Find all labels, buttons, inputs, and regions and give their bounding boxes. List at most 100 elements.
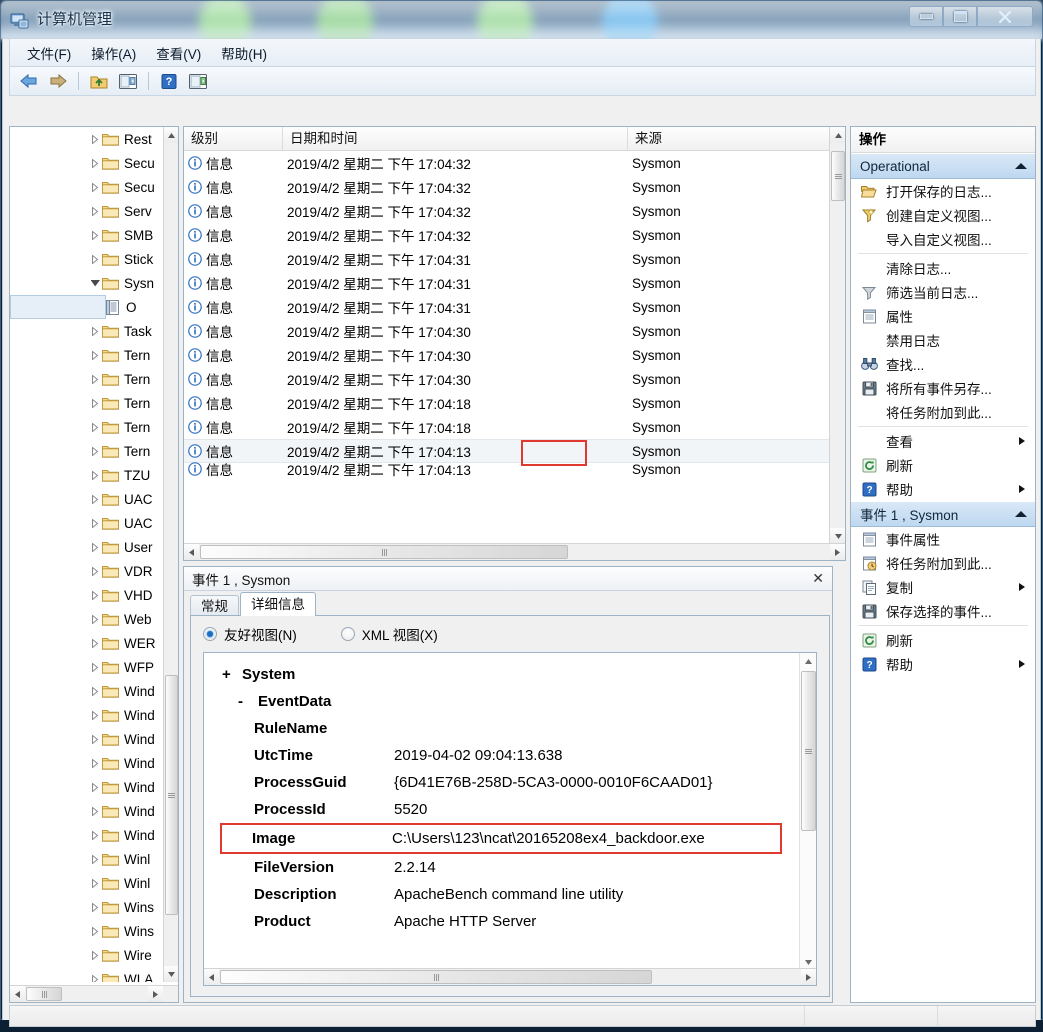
actions-item[interactable]: ? 帮助 (851, 652, 1035, 676)
event-row[interactable]: 信息 2019/4/2 星期二 下午 17:04:31 Sysmon (184, 295, 830, 319)
tree-expander-collapsed-icon[interactable] (88, 175, 102, 199)
tree-scrollbar-thumb[interactable] (165, 675, 178, 915)
minimize-button[interactable] (909, 6, 943, 27)
show-hide-tree-icon[interactable] (115, 69, 141, 93)
close-button[interactable] (977, 6, 1033, 27)
xml-scroll-left-button[interactable] (204, 969, 219, 985)
actions-item[interactable]: 筛选当前日志... (851, 280, 1035, 304)
event-row[interactable]: 信息 2019/4/2 星期二 下午 17:04:32 Sysmon (184, 151, 830, 175)
tree-expander-collapsed-icon[interactable] (88, 799, 102, 823)
tree-item[interactable]: Wind (10, 775, 164, 799)
tree-expander-collapsed-icon[interactable] (88, 895, 102, 919)
tree-expander-collapsed-icon[interactable] (88, 535, 102, 559)
list-scroll-down-button[interactable] (830, 528, 845, 544)
tree-item[interactable]: Winl (10, 847, 164, 871)
actions-item[interactable]: 查找... (851, 352, 1035, 376)
tree-expander-collapsed-icon[interactable] (88, 247, 102, 271)
tree-expander-collapsed-icon[interactable] (88, 223, 102, 247)
actions-item[interactable]: 查看 (851, 429, 1035, 453)
tree-expander-collapsed-icon[interactable] (88, 871, 102, 895)
tree-item[interactable]: User (10, 535, 164, 559)
actions-item[interactable]: 导入自定义视图... (851, 227, 1035, 251)
tree-expander-collapsed-icon[interactable] (88, 127, 102, 151)
tree-expander-collapsed-icon[interactable] (88, 967, 102, 982)
tree-expander-collapsed-icon[interactable] (88, 487, 102, 511)
tree-hscrollbar-thumb[interactable] (26, 987, 62, 1001)
tree-expander-collapsed-icon[interactable] (88, 439, 102, 463)
menu-view[interactable]: 查看(V) (147, 40, 210, 66)
tree-item[interactable]: Rest (10, 127, 164, 151)
actions-item[interactable]: 将所有事件另存... (851, 376, 1035, 400)
event-row[interactable]: 信息 2019/4/2 星期二 下午 17:04:30 Sysmon (184, 343, 830, 367)
menu-file[interactable]: 文件(F) (18, 40, 80, 66)
tree-expander-collapsed-icon[interactable] (88, 943, 102, 967)
tree-item[interactable]: Wire (10, 943, 164, 967)
event-row[interactable]: 信息 2019/4/2 星期二 下午 17:04:18 Sysmon (184, 391, 830, 415)
menu-action[interactable]: 操作(A) (82, 40, 145, 66)
tree-item[interactable]: Sysn (10, 271, 164, 295)
tree-item[interactable]: Wind (10, 751, 164, 775)
xml-scroll-up-button[interactable] (800, 653, 816, 669)
tree-item[interactable]: UAC (10, 487, 164, 511)
tab-general[interactable]: 常规 (190, 595, 239, 616)
event-row[interactable]: 信息 2019/4/2 星期二 下午 17:04:18 Sysmon (184, 415, 830, 439)
xml-toggle-sign[interactable]: - (238, 688, 258, 715)
tree-item[interactable]: Secu (10, 175, 164, 199)
actions-item[interactable]: 属性 (851, 304, 1035, 328)
back-arrow-icon[interactable] (16, 69, 42, 93)
tree-expander-collapsed-icon[interactable] (88, 343, 102, 367)
tree-item[interactable]: Tern (10, 343, 164, 367)
column-header-datetime[interactable]: 日期和时间 (283, 127, 628, 150)
tree-expander-collapsed-icon[interactable] (88, 367, 102, 391)
tree-expander-collapsed-icon[interactable] (88, 583, 102, 607)
tree-item[interactable]: Wind (10, 727, 164, 751)
tree-item[interactable]: Serv (10, 199, 164, 223)
actions-item[interactable]: 将任务附加到此... (851, 400, 1035, 424)
actions-item[interactable]: 刷新 (851, 628, 1035, 652)
actions-item[interactable]: 清除日志... (851, 256, 1035, 280)
event-row[interactable]: 信息 2019/4/2 星期二 下午 17:04:32 Sysmon (184, 223, 830, 247)
tree-item[interactable]: Wind (10, 799, 164, 823)
tree-expander-collapsed-icon[interactable] (88, 775, 102, 799)
actions-group-header[interactable]: 事件 1 , Sysmon (851, 501, 1035, 527)
tree-item[interactable]: Web (10, 607, 164, 631)
event-row[interactable]: 信息 2019/4/2 星期二 下午 17:04:31 Sysmon (184, 271, 830, 295)
tree-expander-collapsed-icon[interactable] (88, 703, 102, 727)
xml-scrollbar-thumb[interactable] (801, 671, 816, 831)
actions-item[interactable]: ? 帮助 (851, 477, 1035, 501)
list-scroll-right-button[interactable] (830, 544, 845, 560)
tree-scroll-left-button[interactable] (10, 986, 25, 1002)
tree-expander-collapsed-icon[interactable] (88, 151, 102, 175)
tree-item[interactable]: Wins (10, 919, 164, 943)
tree-scroll-right-button[interactable] (148, 986, 163, 1002)
tree-item[interactable]: Tern (10, 439, 164, 463)
list-scrollbar-thumb[interactable] (831, 151, 845, 201)
tree-item[interactable]: TZU (10, 463, 164, 487)
list-scroll-left-button[interactable] (184, 544, 199, 560)
tree-item[interactable]: WER (10, 631, 164, 655)
event-list-rows[interactable]: 信息 2019/4/2 星期二 下午 17:04:32 Sysmon 信息 2019/4… (184, 151, 830, 544)
xml-toggle-sign[interactable]: + (222, 661, 242, 688)
actions-item[interactable]: 保存选择的事件... (851, 599, 1035, 623)
detail-close-icon[interactable]: ✕ (812, 570, 824, 587)
tree-expander-collapsed-icon[interactable] (88, 463, 102, 487)
xml-horizontal-scrollbar[interactable] (204, 968, 816, 985)
tree-expander-collapsed-icon[interactable] (88, 631, 102, 655)
tree-expander-collapsed-icon[interactable] (88, 655, 102, 679)
tree-expander-expanded-icon[interactable] (88, 271, 102, 295)
tree-item[interactable]: WLA (10, 967, 164, 982)
tree-expander-collapsed-icon[interactable] (88, 751, 102, 775)
event-list-vertical-scrollbar[interactable] (829, 127, 845, 544)
console-tree[interactable]: Rest Secu Secu Serv SMB Stick Sysn O Task Tern Ter… (10, 127, 164, 982)
event-row[interactable]: 信息 2019/4/2 星期二 下午 17:04:30 Sysmon (184, 367, 830, 391)
event-row[interactable]: 信息 2019/4/2 星期二 下午 17:04:30 Sysmon (184, 319, 830, 343)
tree-item[interactable]: Wind (10, 703, 164, 727)
tree-expander-collapsed-icon[interactable] (88, 679, 102, 703)
radio-xml-view[interactable]: XML 视图(X) (340, 624, 438, 644)
tree-item[interactable]: WFP (10, 655, 164, 679)
tree-expander-collapsed-icon[interactable] (88, 823, 102, 847)
tree-expander-collapsed-icon[interactable] (88, 319, 102, 343)
tree-expander-collapsed-icon[interactable] (88, 919, 102, 943)
tree-expander-collapsed-icon[interactable] (88, 607, 102, 631)
tree-vertical-scrollbar[interactable] (163, 127, 178, 982)
